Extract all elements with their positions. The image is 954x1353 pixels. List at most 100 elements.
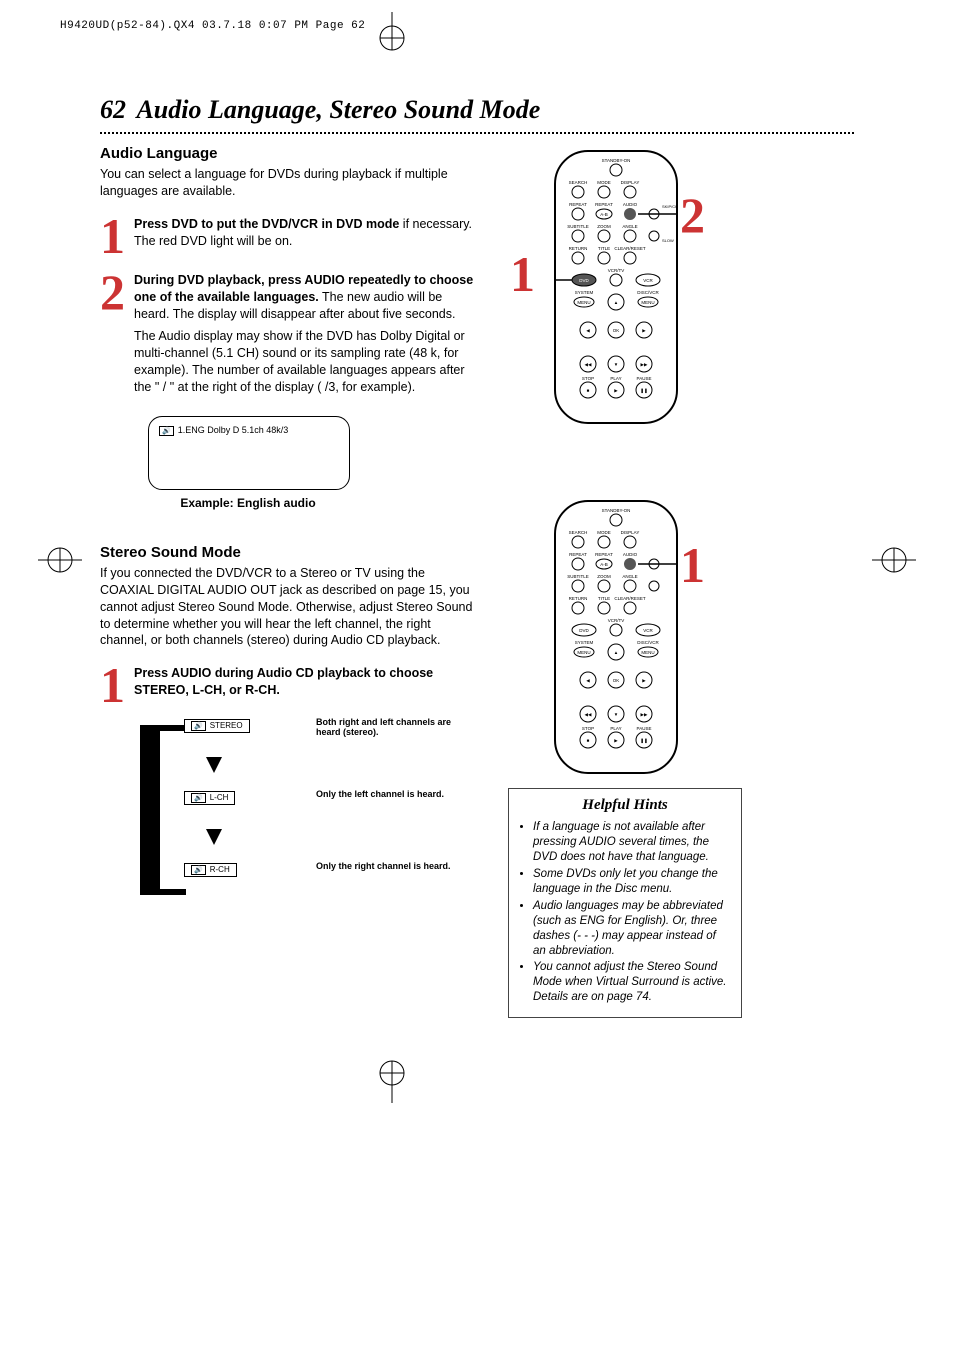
helpful-hints-title: Helpful Hints bbox=[519, 797, 731, 814]
btn-label: REPEAT bbox=[569, 202, 587, 207]
svg-text:▶: ▶ bbox=[614, 738, 618, 743]
step-extra: The Audio display may show if the DVD ha… bbox=[134, 328, 480, 396]
btn-label: AUDIO bbox=[623, 202, 638, 207]
osd-display-caption: Example: English audio bbox=[148, 496, 348, 510]
btn-label: SUBTITLE bbox=[567, 224, 589, 229]
divider-dots bbox=[100, 132, 854, 134]
btn-label: STOP bbox=[582, 726, 594, 731]
flow-box-label: R-CH bbox=[210, 865, 230, 874]
step-bold: Press DVD to put the DVD/VCR in DVD mode bbox=[134, 217, 399, 231]
step-body: During DVD playback, press AUDIO repeate… bbox=[134, 272, 480, 396]
btn-label: OK bbox=[613, 328, 620, 333]
osd-display-text: 1.ENG Dolby D 5.1ch 48k/3 bbox=[178, 425, 289, 435]
left-column: Audio Language You can select a language… bbox=[100, 145, 480, 929]
stereo-box-rch: 🔊 R-CH bbox=[184, 863, 237, 877]
svg-text:▶▶: ▶▶ bbox=[641, 362, 648, 367]
flow-caption-stereo: Both right and left channels are heard (… bbox=[316, 717, 476, 737]
stereo-box-stereo: 🔊 STEREO bbox=[184, 719, 250, 733]
btn-label: MENU bbox=[577, 300, 590, 305]
remote-diagram-bottom: STANDBY-ON SEARCH MODE DISPLAY REPEAT RE… bbox=[554, 500, 678, 774]
svg-text:◀◀: ◀◀ bbox=[585, 712, 592, 717]
remote-callout-1: 1 bbox=[510, 245, 535, 303]
btn-label: DVD bbox=[579, 628, 589, 633]
osd-display-box: 🔊1.ENG Dolby D 5.1ch 48k/3 bbox=[148, 416, 350, 490]
btn-label: SYSTEM bbox=[575, 640, 594, 645]
step-body: Press AUDIO during Audio CD playback to … bbox=[134, 665, 480, 699]
btn-label: PAUSE bbox=[637, 726, 652, 731]
btn-label: ZOOM bbox=[597, 224, 611, 229]
btn-label: ZOOM bbox=[597, 574, 611, 579]
svg-text:▶: ▶ bbox=[614, 388, 618, 393]
flow-box-label: L-CH bbox=[210, 793, 229, 802]
btn-label: SLOW bbox=[662, 238, 674, 243]
btn-label: DISC/VCR bbox=[637, 290, 659, 295]
audio-language-heading: Audio Language bbox=[100, 145, 480, 162]
remote-callout-2: 2 bbox=[680, 186, 705, 244]
svg-text:◀: ◀ bbox=[586, 328, 590, 333]
svg-text:▶: ▶ bbox=[642, 328, 646, 333]
btn-label: PAUSE bbox=[637, 376, 652, 381]
crop-mark-left bbox=[30, 540, 90, 600]
btn-label: VCR bbox=[643, 628, 653, 633]
btn-label: SEARCH bbox=[569, 530, 588, 535]
flow-caption-rch: Only the right channel is heard. bbox=[316, 861, 476, 871]
btn-label: REPEAT bbox=[595, 552, 613, 557]
btn-label: AUDIO bbox=[623, 552, 638, 557]
svg-text:■: ■ bbox=[587, 388, 590, 393]
remote-callout-1-lower: 1 bbox=[680, 536, 705, 594]
btn-label: STANDBY-ON bbox=[602, 508, 631, 513]
step-body: Press DVD to put the DVD/VCR in DVD mode… bbox=[134, 216, 480, 250]
crop-mark-bottom bbox=[362, 1053, 422, 1113]
btn-label: DISC/VCR bbox=[637, 640, 659, 645]
btn-label: OK bbox=[613, 678, 620, 683]
hint-item: If a language is not available after pre… bbox=[533, 820, 731, 865]
step-bold: Press AUDIO during Audio CD playback to … bbox=[134, 666, 433, 697]
stereo-step-1: 1 Press AUDIO during Audio CD playback t… bbox=[100, 665, 480, 705]
arrow-down-icon bbox=[206, 757, 222, 773]
svg-text:▼: ▼ bbox=[614, 712, 618, 717]
btn-label: A-B bbox=[600, 212, 608, 217]
loop-bracket bbox=[140, 725, 186, 895]
btn-label: STOP bbox=[582, 376, 594, 381]
btn-label: TITLE bbox=[598, 596, 610, 601]
btn-label: SKIP/CH bbox=[662, 204, 676, 209]
flow-box-label: STEREO bbox=[210, 721, 243, 730]
btn-label: RETURN bbox=[569, 246, 588, 251]
svg-text:❚❚: ❚❚ bbox=[640, 388, 648, 394]
svg-text:▼: ▼ bbox=[614, 362, 618, 367]
svg-text:▶▶: ▶▶ bbox=[641, 712, 648, 717]
step-number: 1 bbox=[100, 216, 134, 256]
svg-text:◀: ◀ bbox=[586, 678, 590, 683]
audio-step-1: 1 Press DVD to put the DVD/VCR in DVD mo… bbox=[100, 216, 480, 256]
stereo-heading: Stereo Sound Mode bbox=[100, 544, 480, 561]
step-number: 1 bbox=[100, 665, 134, 705]
btn-label: MODE bbox=[597, 180, 611, 185]
svg-text:▲: ▲ bbox=[614, 650, 618, 655]
svg-text:❚❚: ❚❚ bbox=[640, 738, 648, 744]
btn-label: REPEAT bbox=[595, 202, 613, 207]
audio-step-2: 2 During DVD playback, press AUDIO repea… bbox=[100, 272, 480, 396]
btn-label: DVD bbox=[579, 278, 589, 283]
stereo-flow-diagram: 🔊 STEREO 🔊 L-CH 🔊 R-CH Both right and left … bbox=[140, 719, 480, 929]
hint-item: You cannot adjust the Stereo Sound Mode … bbox=[533, 960, 731, 1005]
btn-label: DISPLAY bbox=[621, 180, 640, 185]
btn-label: MENU bbox=[641, 650, 654, 655]
speaker-icon: 🔊 bbox=[191, 865, 206, 875]
btn-label: MENU bbox=[577, 650, 590, 655]
btn-label: VCR bbox=[643, 278, 653, 283]
btn-label: MODE bbox=[597, 530, 611, 535]
speaker-icon: 🔊 bbox=[191, 721, 206, 731]
btn-label: PLAY bbox=[610, 726, 621, 731]
crop-mark-right bbox=[864, 540, 924, 600]
btn-label: ANGLE bbox=[622, 224, 637, 229]
audio-language-intro: You can select a language for DVDs durin… bbox=[100, 166, 480, 200]
btn-label: CLEAR/RESET bbox=[614, 596, 646, 601]
page-title-row: 62 Audio Language, Stereo Sound Mode bbox=[100, 95, 854, 125]
helpful-hints-list: If a language is not available after pre… bbox=[519, 820, 731, 1005]
btn-label: SUBTITLE bbox=[567, 574, 589, 579]
hint-item: Audio languages may be abbreviated (such… bbox=[533, 899, 731, 959]
print-header: H9420UD(p52-84).QX4 03.7.18 0:07 PM Page… bbox=[60, 20, 365, 32]
speaker-icon: 🔊 bbox=[191, 793, 206, 803]
svg-text:▶: ▶ bbox=[642, 678, 646, 683]
btn-label: VCR/TV bbox=[608, 268, 625, 273]
